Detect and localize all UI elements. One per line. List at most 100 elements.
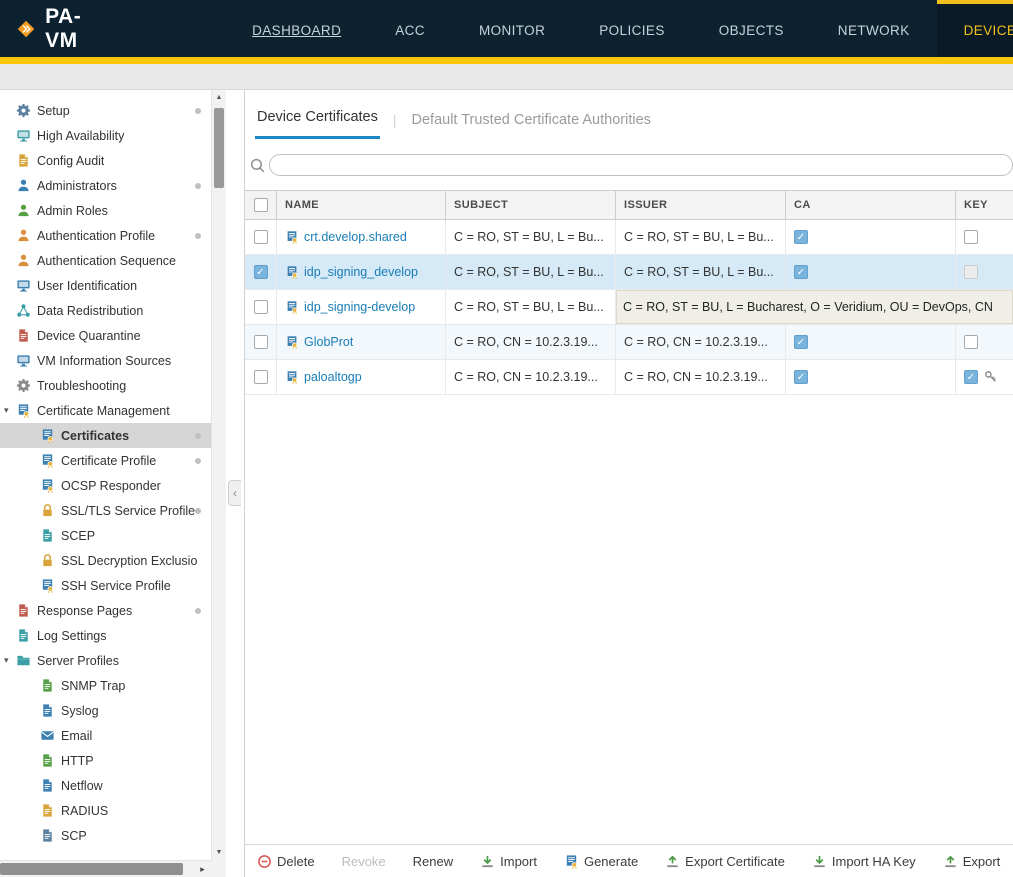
expand-arrow-icon[interactable] xyxy=(4,405,16,416)
toolbar-button-import-ha-key[interactable]: Import HA Key xyxy=(812,854,916,869)
ca-checkbox xyxy=(794,370,808,384)
sidebar-item-netflow[interactable]: Netflow xyxy=(0,773,211,798)
sidebar-item-certificates[interactable]: Certificates xyxy=(0,423,211,448)
sidebar-item-label: SSL/TLS Service Profile xyxy=(61,504,195,518)
status-dot xyxy=(195,108,201,114)
status-dot xyxy=(195,458,201,464)
toolbar-button-icon xyxy=(943,854,958,869)
sidebar-item-certificate-profile[interactable]: Certificate Profile xyxy=(0,448,211,473)
toolbar-button-icon xyxy=(665,854,680,869)
certificate-name-link[interactable]: GlobProt xyxy=(304,335,353,349)
column-header-issuer[interactable]: ISSUER xyxy=(616,191,786,219)
ca-checkbox xyxy=(794,335,808,349)
scroll-right-button[interactable] xyxy=(194,861,211,877)
sidebar-item-email[interactable]: Email xyxy=(0,723,211,748)
toolbar-button-export-certificate[interactable]: Export Certificate xyxy=(665,854,785,869)
search-input[interactable] xyxy=(269,154,1013,176)
sidebar-item-snmp-trap[interactable]: SNMP Trap xyxy=(0,673,211,698)
sidebar-item-authentication-sequence[interactable]: Authentication Sequence xyxy=(0,248,211,273)
sidebar-item-config-audit[interactable]: Config Audit xyxy=(0,148,211,173)
name-cell: idp_signing_develop xyxy=(277,255,446,289)
row-checkbox[interactable] xyxy=(254,370,268,384)
sidebar-item-label: Syslog xyxy=(61,704,99,718)
sidebar-item-vm-information-sources[interactable]: VM Information Sources xyxy=(0,348,211,373)
sidebar-horizontal-scrollbar[interactable] xyxy=(0,860,211,877)
toolbar-button-revoke[interactable]: Revoke xyxy=(342,854,386,869)
toolbar-button-delete[interactable]: Delete xyxy=(257,854,315,869)
column-header-key[interactable]: KEY xyxy=(956,191,1013,219)
sidebar-item-ocsp-responder[interactable]: OCSP Responder xyxy=(0,473,211,498)
table-row: paloaltogp C = RO, CN = 10.2.3.19... C =… xyxy=(245,360,1013,395)
key-cell xyxy=(956,220,1013,254)
subject-text: C = RO, ST = BU, L = Bu... xyxy=(454,265,604,279)
scroll-up-button[interactable] xyxy=(212,90,226,105)
sidebar-item-label: OCSP Responder xyxy=(61,479,161,493)
sidebar-item-label: HTTP xyxy=(61,754,94,768)
sidebar-item-certificate-management[interactable]: Certificate Management xyxy=(0,398,211,423)
subject-text: C = RO, CN = 10.2.3.19... xyxy=(454,335,598,349)
nav-item-policies[interactable]: POLICIES xyxy=(572,0,691,57)
subject-cell: C = RO, CN = 10.2.3.19... xyxy=(446,360,616,394)
sidebar-item-label: SSL Decryption Exclusio xyxy=(61,554,197,568)
row-checkbox[interactable] xyxy=(254,335,268,349)
nav-item-label: DEVICE xyxy=(964,23,1013,38)
row-checkbox[interactable] xyxy=(254,300,268,314)
sidebar-item-response-pages[interactable]: Response Pages xyxy=(0,598,211,623)
tab-default-trusted-certificate-authorities[interactable]: Default Trusted Certificate Authorities xyxy=(410,112,653,139)
nav-item-monitor[interactable]: MONITOR xyxy=(452,0,572,57)
sidebar-item-ssh-service-profile[interactable]: SSH Service Profile xyxy=(0,573,211,598)
sidebar-item-radius[interactable]: RADIUS xyxy=(0,798,211,823)
nav-item-acc[interactable]: ACC xyxy=(368,0,452,57)
expand-arrow-icon[interactable] xyxy=(4,655,16,666)
sidebar-item-troubleshooting[interactable]: Troubleshooting xyxy=(0,373,211,398)
toolbar-button-renew[interactable]: Renew xyxy=(413,854,453,869)
sidebar-item-icon xyxy=(16,103,31,118)
horizontal-scroll-thumb[interactable] xyxy=(0,863,183,875)
key-cell xyxy=(956,325,1013,359)
toolbar-button-export[interactable]: Export xyxy=(943,854,1001,869)
sidebar-item-authentication-profile[interactable]: Authentication Profile xyxy=(0,223,211,248)
column-header-subject[interactable]: SUBJECT xyxy=(446,191,616,219)
sidebar-item-server-profiles[interactable]: Server Profiles xyxy=(0,648,211,673)
sidebar-item-device-quarantine[interactable]: Device Quarantine xyxy=(0,323,211,348)
certificate-name-link[interactable]: idp_signing-develop xyxy=(304,300,415,314)
certificate-name-link[interactable]: crt.develop.shared xyxy=(304,230,407,244)
sidebar-item-http[interactable]: HTTP xyxy=(0,748,211,773)
sidebar-collapse-handle[interactable] xyxy=(228,480,241,506)
sidebar-item-admin-roles[interactable]: Admin Roles xyxy=(0,198,211,223)
vertical-scroll-thumb[interactable] xyxy=(214,108,224,188)
sidebar-item-scep[interactable]: SCEP xyxy=(0,523,211,548)
sidebar-item-scp[interactable]: SCP xyxy=(0,823,211,848)
certificate-name-link[interactable]: idp_signing_develop xyxy=(304,265,418,279)
row-checkbox[interactable] xyxy=(254,265,268,279)
sidebar-item-data-redistribution[interactable]: Data Redistribution xyxy=(0,298,211,323)
sidebar-item-icon xyxy=(40,703,55,718)
sidebar-item-ssl-decryption-exclusio[interactable]: SSL Decryption Exclusio xyxy=(0,548,211,573)
search-bar xyxy=(249,152,1013,178)
sidebar-vertical-scrollbar[interactable] xyxy=(211,90,226,860)
ca-cell xyxy=(786,325,956,359)
sidebar-item-log-settings[interactable]: Log Settings xyxy=(0,623,211,648)
sidebar-item-high-availability[interactable]: High Availability xyxy=(0,123,211,148)
toolbar-button-generate[interactable]: Generate xyxy=(564,854,638,869)
sidebar-item-icon xyxy=(40,728,55,743)
select-all-checkbox[interactable] xyxy=(254,198,268,212)
sidebar-item-setup[interactable]: Setup xyxy=(0,98,211,123)
row-checkbox[interactable] xyxy=(254,230,268,244)
sidebar-item-syslog[interactable]: Syslog xyxy=(0,698,211,723)
toolbar-button-import[interactable]: Import xyxy=(480,854,537,869)
column-header-ca[interactable]: CA xyxy=(786,191,956,219)
table-row: GlobProt C = RO, CN = 10.2.3.19... C = R… xyxy=(245,325,1013,360)
sidebar-item-ssl-tls-service-profile[interactable]: SSL/TLS Service Profile xyxy=(0,498,211,523)
certificate-name-link[interactable]: paloaltogp xyxy=(304,370,362,384)
toolbar-button-icon xyxy=(257,854,272,869)
column-header-name[interactable]: NAME xyxy=(277,191,446,219)
sidebar-item-administrators[interactable]: Administrators xyxy=(0,173,211,198)
sidebar-item-user-identification[interactable]: User Identification xyxy=(0,273,211,298)
nav-item-network[interactable]: NETWORK xyxy=(811,0,937,57)
scroll-down-button[interactable] xyxy=(212,845,226,860)
nav-item-device[interactable]: DEVICE xyxy=(937,0,1013,57)
nav-item-dashboard[interactable]: DASHBOARD xyxy=(225,0,368,57)
tab-device-certificates[interactable]: Device Certificates xyxy=(255,109,380,139)
nav-item-objects[interactable]: OBJECTS xyxy=(692,0,811,57)
